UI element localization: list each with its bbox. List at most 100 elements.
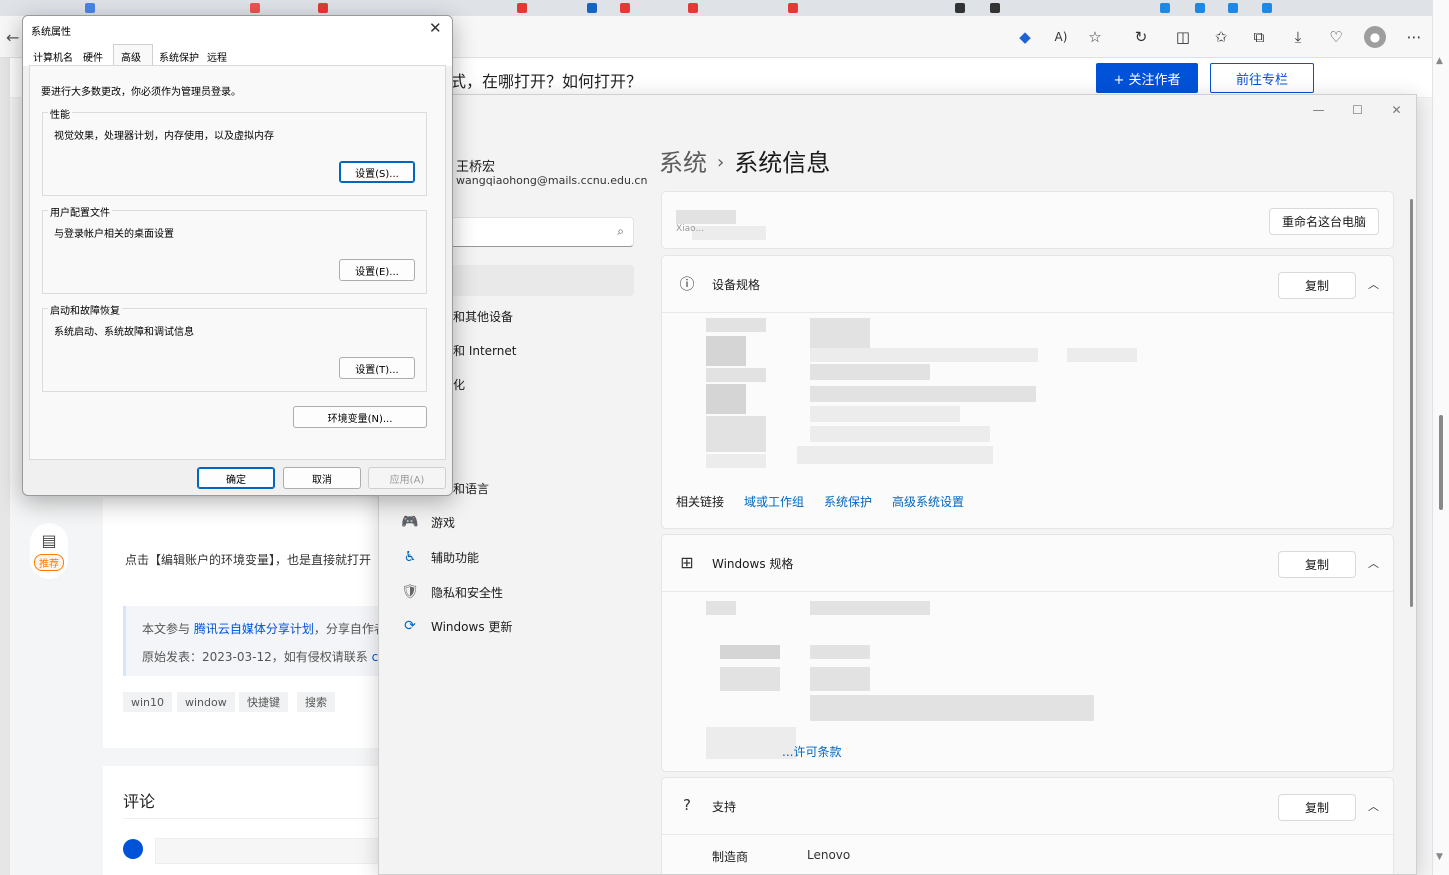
apply-button[interactable]: 应用(A) — [368, 467, 446, 489]
source-notice: 本文参与 腾讯云自媒体分享计划，分享自作者 原始发表：2023-03-12，如有… — [123, 606, 403, 676]
user-profiles-settings-button[interactable]: 设置(E)... — [339, 259, 415, 281]
download-icon[interactable]: ⤓ — [1287, 26, 1309, 48]
tab-advanced[interactable]: 高级 — [121, 49, 141, 64]
browser-tab-strip[interactable] — [0, 0, 1449, 16]
tab-favicon-icon[interactable] — [1195, 3, 1205, 13]
nav-item-personalization[interactable]: 化 — [453, 371, 465, 397]
windows-specs-card: ⊞ Windows 规格 复制 ︿ ...许可条款 — [661, 534, 1394, 772]
redacted-block — [706, 454, 766, 468]
tab-favicon-icon[interactable] — [517, 3, 527, 13]
divider — [662, 312, 1393, 313]
nav-item-system-selected[interactable] — [447, 265, 634, 296]
nav-item-label: 隐私和安全性 — [431, 585, 504, 600]
support-header[interactable]: ? 支持 复制 ︿ — [662, 778, 1393, 834]
page-scrollbar[interactable]: ▲ ▼ — [1432, 0, 1449, 875]
environment-variables-button[interactable]: 环境变量(N)... — [293, 406, 427, 428]
tab-favicon-icon[interactable] — [620, 3, 630, 13]
comment-input[interactable] — [155, 838, 385, 864]
minimize-icon[interactable]: — — [1299, 97, 1338, 123]
copy-windows-specs-button[interactable]: 复制 — [1278, 551, 1356, 578]
scroll-down-icon[interactable]: ▼ — [1436, 852, 1443, 862]
tab-system-protection[interactable]: 系统保护 — [159, 49, 199, 64]
rename-pc-button[interactable]: 重命名这台电脑 — [1269, 208, 1379, 235]
tab-favicon-icon[interactable] — [688, 3, 698, 13]
tag-search[interactable]: 搜索 — [297, 692, 335, 712]
go-to-column-button[interactable]: 前往专栏 — [1210, 63, 1314, 93]
nav-item-gaming[interactable]: 🎮 游戏 — [397, 509, 455, 535]
ok-button[interactable]: 确定 — [197, 467, 275, 489]
tab-favicon-icon[interactable] — [85, 3, 95, 13]
system-protection-link[interactable]: 系统保护 — [824, 493, 872, 510]
license-terms-link[interactable]: ...许可条款 — [782, 743, 841, 760]
tag-icon[interactable]: ◆ — [1014, 26, 1036, 48]
maximize-icon[interactable]: ☐ — [1338, 97, 1377, 123]
admin-note: 要进行大多数更改，你必须作为管理员登录。 — [41, 87, 241, 98]
tab-favicon-icon[interactable] — [955, 3, 965, 13]
domain-workgroup-link[interactable]: 域或工作组 — [744, 493, 804, 510]
tab-remote[interactable]: 远程 — [207, 49, 227, 64]
support-title: 支持 — [712, 800, 737, 814]
redacted-block — [706, 384, 746, 414]
nav-item-network[interactable]: 和 Internet — [453, 337, 516, 363]
share-plan-link[interactable]: 腾讯云自媒体分享计划 — [194, 622, 314, 636]
split-screen-icon[interactable]: ◫ — [1172, 26, 1194, 48]
tag-window[interactable]: window — [177, 692, 235, 712]
settings-scrollbar[interactable] — [1410, 199, 1413, 607]
tag-shortcut[interactable]: 快捷键 — [239, 692, 288, 712]
tab-hardware[interactable]: 硬件 — [83, 49, 103, 64]
redacted-block — [720, 645, 780, 659]
divider — [662, 591, 1393, 592]
tab-computer-name[interactable]: 计算机名 — [33, 49, 73, 64]
device-specs-header[interactable]: ⓘ 设备规格 复制 ︿ — [662, 256, 1393, 312]
nav-item-label: 辅助功能 — [431, 550, 480, 565]
book-icon: ▤ — [41, 531, 57, 550]
copy-device-specs-button[interactable]: 复制 — [1278, 272, 1356, 299]
favorite-star-icon[interactable]: ☆ — [1084, 26, 1106, 48]
chevron-up-icon[interactable]: ︿ — [1368, 276, 1379, 292]
find-setting-input[interactable]: ⌕ — [447, 217, 634, 247]
tag-win10[interactable]: win10 — [123, 692, 173, 712]
nav-item-privacy[interactable]: 🛡 隐私和安全性 — [397, 579, 503, 605]
redacted-block — [706, 416, 766, 452]
nav-item-time-language[interactable]: 和语言 — [453, 475, 489, 501]
tab-favicon-icon[interactable] — [990, 3, 1000, 13]
advanced-system-settings-link[interactable]: 高级系统设置 — [892, 493, 964, 510]
copy-support-button[interactable]: 复制 — [1278, 794, 1356, 821]
collections-icon[interactable]: ⧉ — [1248, 26, 1270, 48]
scroll-up-icon[interactable]: ▲ — [1436, 56, 1443, 66]
tab-favicon-icon[interactable] — [1262, 3, 1272, 13]
breadcrumb-parent[interactable]: 系统 — [659, 149, 707, 177]
dialog-titlebar[interactable]: 系统属性 ✕ — [23, 16, 452, 42]
tab-favicon-icon[interactable] — [318, 3, 328, 13]
article-title: 式，在哪打开？如何打开？ — [450, 72, 643, 91]
chevron-up-icon[interactable]: ︿ — [1368, 555, 1379, 571]
scrollbar-thumb[interactable] — [1439, 415, 1443, 510]
close-icon[interactable]: ✕ — [1377, 97, 1416, 123]
back-arrow-icon[interactable]: ← — [6, 28, 19, 47]
nav-item-accessibility[interactable]: ♿ 辅助功能 — [397, 544, 479, 570]
tab-favicon-icon[interactable] — [1228, 3, 1238, 13]
favorites-icon[interactable]: ✩ — [1210, 26, 1232, 48]
nav-item-windows-update[interactable]: ⟳ Windows 更新 — [397, 613, 512, 639]
tab-favicon-icon[interactable] — [1160, 3, 1170, 13]
follow-author-button[interactable]: + 关注作者 — [1096, 63, 1198, 93]
performance-icon[interactable]: ♡ — [1325, 26, 1347, 48]
chevron-up-icon[interactable]: ︿ — [1368, 798, 1379, 814]
windows-specs-header[interactable]: ⊞ Windows 规格 复制 ︿ — [662, 535, 1393, 591]
tab-favicon-icon[interactable] — [250, 3, 260, 13]
more-menu-icon[interactable]: ⋯ — [1403, 26, 1425, 48]
update-icon: ⟳ — [404, 618, 416, 634]
cancel-button[interactable]: 取消 — [283, 467, 361, 489]
read-aloud-icon[interactable]: A) — [1050, 26, 1072, 48]
refresh-icon[interactable]: ↻ — [1130, 26, 1152, 48]
performance-settings-button[interactable]: 设置(S)... — [339, 161, 415, 183]
windows-specs-title: Windows 规格 — [712, 557, 794, 571]
close-icon[interactable]: ✕ — [429, 19, 442, 37]
tab-favicon-icon[interactable] — [587, 3, 597, 13]
nav-item-bluetooth-devices[interactable]: 和其他设备 — [453, 303, 513, 329]
startup-recovery-settings-button[interactable]: 设置(T)... — [339, 357, 415, 379]
source-text: 原始发表：2023-03-12，如有侵权请联系 — [142, 650, 372, 664]
recommend-side-card[interactable]: ▤ 推荐 — [30, 523, 68, 579]
tab-favicon-icon[interactable] — [788, 3, 798, 13]
profile-avatar-icon[interactable]: ● — [1364, 26, 1386, 48]
